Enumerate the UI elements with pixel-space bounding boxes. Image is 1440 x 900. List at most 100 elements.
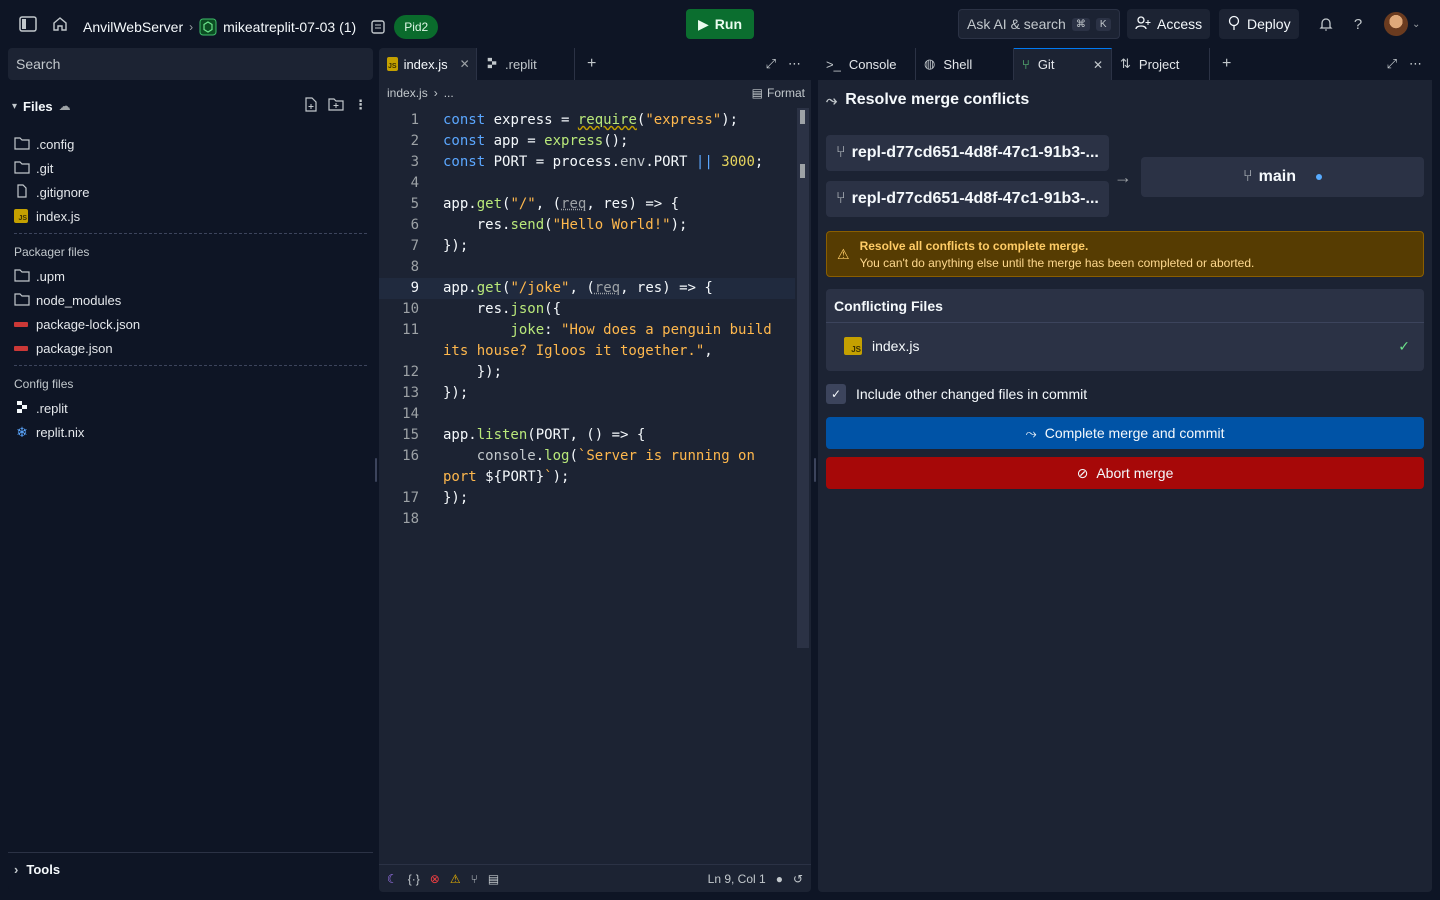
file-item[interactable]: .config [14,132,369,156]
code-line: 11 joke: "How does a penguin build [379,320,795,341]
tab-replit[interactable]: .replit [477,48,575,80]
file-item[interactable]: ❄ replit.nix [14,420,369,444]
file-item[interactable]: .git [14,156,369,180]
git-pane: >_ Console ◍ Shell ⑂ Git ✕ ⇅ Project + ⤢… [818,48,1432,892]
file-item[interactable]: .gitignore [14,180,369,204]
bell-icon[interactable] [1314,12,1338,36]
replit-config-icon [14,400,30,417]
access-button[interactable]: Access [1127,9,1211,39]
breadcrumb-more[interactable]: ... [444,86,454,100]
pane-resize-handle[interactable] [375,458,377,482]
run-button[interactable]: ▶ Run [686,9,754,39]
editor-scrollbar[interactable] [797,108,809,648]
file-name: .gitignore [36,184,90,200]
folder-icon [14,268,30,285]
add-tab-icon[interactable]: + [575,48,608,80]
complete-merge-button[interactable]: ⤳ Complete merge and commit [826,417,1424,449]
file-name: package-lock.json [36,316,141,332]
tools-section[interactable]: › Tools [8,852,373,886]
close-icon[interactable]: ✕ [460,57,470,71]
ask-ai-search[interactable]: Ask AI & search ⌘ K [958,9,1120,39]
scroll-marker [800,164,805,178]
file-item[interactable]: node_modules [14,288,369,312]
more-options-icon[interactable]: ⋯ [1409,56,1422,72]
pid-badge[interactable]: Pid2 [394,15,439,39]
line-number: 8 [410,259,419,275]
sidebar-toggle-icon[interactable] [16,12,40,36]
access-label: Access [1157,16,1203,32]
shell-icon: ◍ [924,56,936,71]
tab-git[interactable]: ⑂ Git ✕ [1014,48,1112,80]
line-number: 7 [410,238,419,254]
repl-icon [199,18,217,36]
code-line: 10 res.json({ [379,299,795,320]
include-files-option[interactable]: ✓ Include other changed files in commit [826,384,1087,404]
section-label: Packager files [14,245,90,259]
breadcrumb-file[interactable]: index.js [387,86,428,100]
tab-label: .replit [505,56,537,72]
error-icon[interactable]: ⊗ [430,872,440,886]
merge-warning: ⚠ Resolve all conflicts to complete merg… [826,231,1424,277]
code-area[interactable]: 1 const express = require("express"); 2 co… [379,110,795,530]
line-number [379,467,419,488]
file-icon[interactable]: ▤ [488,872,499,886]
tab-console[interactable]: >_ Console [818,48,916,80]
merge-icon: ⤳ [826,91,838,108]
cancel-icon: ⊘ [1076,464,1089,481]
chevron-down-icon[interactable]: ▾ [12,101,17,112]
warning-icon[interactable]: ⚠ [450,872,461,886]
project-name[interactable]: AnvilWebServer [83,19,183,35]
new-file-icon[interactable] [304,97,318,115]
history-icon[interactable]: ↺ [793,872,803,886]
repl-info-icon[interactable] [370,19,386,35]
line-number: 1 [410,112,419,128]
format-label: Format [766,86,805,100]
file-item[interactable]: .replit [14,396,369,420]
branch-name: repl-d77cd651-4d8f-47c1-91b3-... [851,144,1099,161]
tab-index-js[interactable]: JS index.js ✕ [379,48,477,80]
more-options-icon[interactable]: ⋯ [788,56,801,72]
javascript-icon: JS [387,57,398,71]
code-line: 16 console.log(`Server is running on [379,446,795,467]
braces-icon[interactable]: {·} [408,872,420,886]
scroll-marker [800,110,805,124]
maximize-icon[interactable]: ⤢ [1387,56,1397,72]
branch-icon[interactable]: ⑂ [471,872,478,886]
file-name: .git [36,160,54,176]
tab-project[interactable]: ⇅ Project [1112,48,1210,80]
new-folder-icon[interactable] [328,97,344,115]
tab-label: Project [1138,56,1180,72]
deploy-button[interactable]: Deploy [1219,9,1299,39]
javascript-icon: JS [14,209,28,223]
ai-icon[interactable]: ☾ [387,872,398,886]
include-files-checkbox[interactable]: ✓ [826,384,846,404]
chevron-down-icon: ⌄ [1412,18,1421,30]
code-line: 15 app.listen(PORT, () => { [379,425,795,446]
file-item[interactable]: package.json [14,336,369,360]
close-icon[interactable]: ✕ [1093,58,1103,72]
maximize-icon[interactable]: ⤢ [766,56,776,72]
line-number: 17 [402,490,419,506]
line-number: 6 [410,217,419,233]
format-button[interactable]: ▤ Format [752,86,805,100]
home-icon[interactable] [48,12,72,36]
abort-merge-button[interactable]: ⊘ Abort merge [826,457,1424,489]
shortcut-k: K [1095,17,1111,31]
file-item[interactable]: JS index.js [14,204,369,228]
conflict-file-row[interactable]: JS index.js ✓ [826,323,1424,369]
file-item[interactable]: package-lock.json [14,312,369,336]
tab-shell[interactable]: ◍ Shell [916,48,1014,80]
help-icon[interactable]: ? [1346,12,1370,36]
pane-resize-handle[interactable] [814,458,816,482]
folder-icon [14,136,30,153]
source-branch-2: ⑂ repl-d77cd651-4d8f-47c1-91b3-... [826,181,1109,217]
search-input[interactable]: Search [8,48,373,80]
file-name: replit.nix [36,424,85,440]
repl-name[interactable]: mikeatreplit-07-03 (1) [223,19,356,35]
section-label: Config files [14,377,74,391]
cursor-position[interactable]: Ln 9, Col 1 [708,872,766,886]
avatar-menu[interactable]: ⌄ [1384,12,1420,36]
file-item[interactable]: .upm [14,264,369,288]
add-tab-icon[interactable]: + [1210,48,1243,80]
more-options-icon[interactable]: ⋮ [354,97,367,115]
